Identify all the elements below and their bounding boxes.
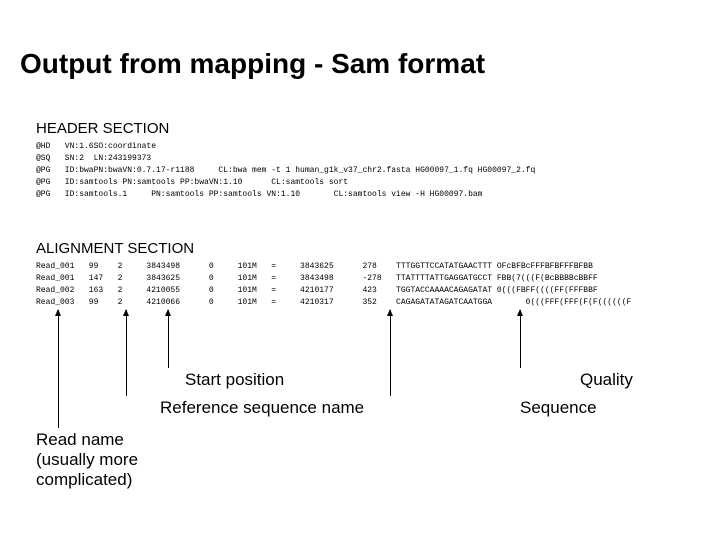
arrow-start [168, 310, 169, 368]
arrow-ref [126, 310, 127, 396]
annotation-read-name: Read name(usually morecomplicated) [36, 430, 138, 490]
slide-title: Output from mapping - Sam format [20, 48, 485, 80]
alignment-lines: Read_001 99 2 3843498 0 101M = 3843625 2… [36, 261, 631, 309]
arrow-qual [520, 310, 521, 368]
annotation-quality: Quality [580, 370, 633, 390]
header-section: HEADER SECTION @HD VN:1.6SO:coordinate @… [36, 120, 535, 201]
annotation-reference-sequence: Reference sequence name [160, 398, 364, 418]
arrow-read [58, 310, 59, 428]
alignment-section-label: ALIGNMENT SECTION [36, 240, 631, 257]
annotation-start-position: Start position [185, 370, 284, 390]
header-section-label: HEADER SECTION [36, 120, 535, 137]
alignment-section: ALIGNMENT SECTION Read_001 99 2 3843498 … [36, 240, 631, 309]
header-lines: @HD VN:1.6SO:coordinate @SQ SN:2 LN:2431… [36, 141, 535, 201]
annotation-sequence: Sequence [520, 398, 597, 418]
arrow-seq [390, 310, 391, 396]
